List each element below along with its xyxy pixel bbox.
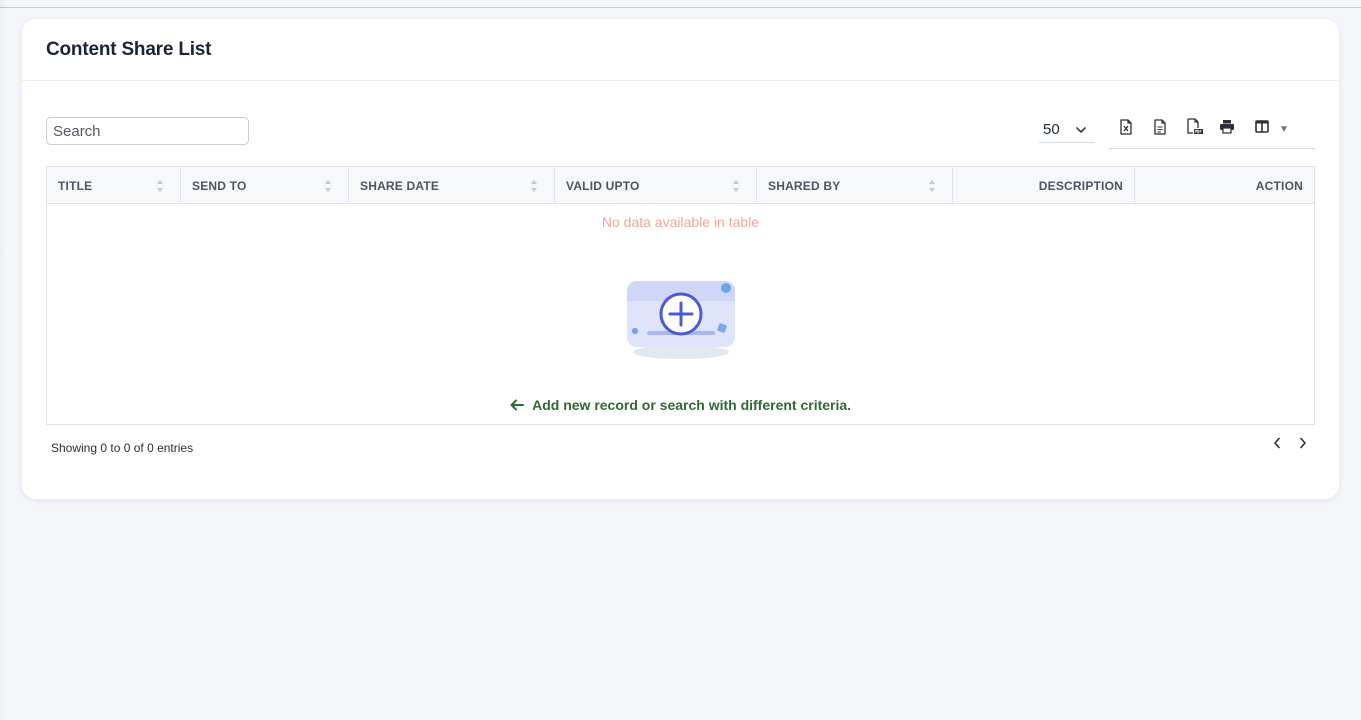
column-header-send-to[interactable]: SEND TO bbox=[181, 167, 349, 204]
empty-state-illustration bbox=[625, 279, 737, 361]
column-header-description: DESCRIPTION bbox=[953, 167, 1135, 204]
sort-icon bbox=[928, 179, 936, 193]
print-icon bbox=[1219, 119, 1235, 139]
search-input[interactable] bbox=[46, 117, 249, 145]
chevron-left-icon bbox=[1273, 436, 1281, 454]
print-button[interactable] bbox=[1213, 117, 1241, 141]
page-size-select[interactable]: 50 bbox=[1039, 117, 1095, 143]
chevron-right-icon bbox=[1299, 436, 1307, 454]
empty-state-hint: Add new record or search with different … bbox=[47, 397, 1314, 414]
column-header-shared-by[interactable]: SHARED BY bbox=[757, 167, 953, 204]
card-header: Content Share List bbox=[22, 19, 1339, 81]
column-visibility-button[interactable]: ▼ bbox=[1255, 117, 1315, 141]
pdf-export-button[interactable] bbox=[1180, 117, 1208, 141]
sort-icon bbox=[530, 179, 538, 193]
arrow-left-icon bbox=[510, 397, 528, 414]
empty-state-hint-text: Add new record or search with different … bbox=[532, 397, 852, 413]
page-size-value: 50 bbox=[1043, 121, 1060, 138]
content-card: Content Share List 50 bbox=[22, 19, 1339, 499]
column-header-valid-upto[interactable]: VALID UPTO bbox=[555, 167, 757, 204]
top-border bbox=[0, 0, 1361, 8]
previous-page-button[interactable] bbox=[1269, 435, 1285, 455]
sidebar-edge bbox=[0, 0, 6, 720]
data-table: TITLE SEND TO SHARE DATE VALID UPTO SHAR… bbox=[46, 166, 1315, 425]
pdf-export-icon bbox=[1186, 118, 1203, 140]
empty-table-message: No data available in table bbox=[601, 214, 760, 230]
sort-icon bbox=[324, 179, 332, 193]
sort-icon bbox=[732, 179, 740, 193]
caret-down-icon: ▼ bbox=[1279, 123, 1289, 135]
export-buttons: ▼ bbox=[1109, 117, 1315, 149]
excel-export-button[interactable] bbox=[1112, 117, 1140, 141]
table-toolbar: 50 bbox=[46, 117, 1315, 149]
column-visibility-icon bbox=[1255, 120, 1269, 138]
excel-export-icon bbox=[1119, 118, 1133, 140]
csv-export-icon bbox=[1153, 118, 1167, 140]
table-info: Showing 0 to 0 of 0 entries bbox=[51, 441, 194, 455]
pagination bbox=[1267, 435, 1313, 455]
sort-icon bbox=[156, 179, 164, 193]
csv-export-button[interactable] bbox=[1146, 117, 1174, 141]
column-header-action: ACTION bbox=[1255, 178, 1303, 193]
table-header: TITLE SEND TO SHARE DATE VALID UPTO SHAR… bbox=[47, 167, 1314, 204]
column-header-share-date[interactable]: SHARE DATE bbox=[349, 167, 555, 204]
page-title: Content Share List bbox=[46, 38, 212, 60]
column-header-title[interactable]: TITLE bbox=[47, 167, 181, 204]
chevron-down-icon bbox=[1075, 123, 1087, 140]
next-page-button[interactable] bbox=[1295, 435, 1311, 455]
